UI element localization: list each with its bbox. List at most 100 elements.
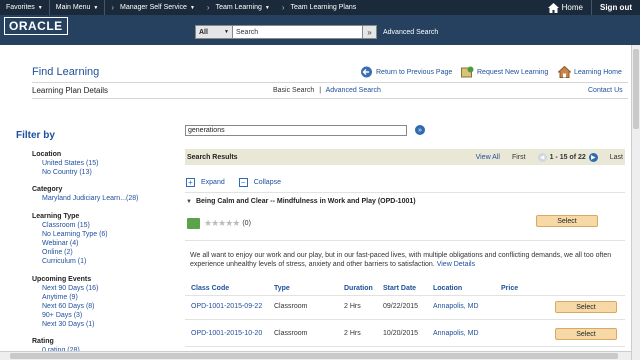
facet-title: Category [32, 186, 63, 193]
facet-category: Category Maryland Judiciary Learn...(28) [32, 186, 139, 203]
divider [32, 98, 628, 99]
menu-team-learning-label: Team Learning [215, 4, 262, 11]
facet-title: Location [32, 151, 62, 158]
search-results-bar: Search Results View All First ◀ 1 - 15 o… [185, 149, 625, 165]
star-rating-icon: ★★★★★ [204, 218, 240, 228]
facet-location: Location United States (15) No Country (… [32, 151, 98, 177]
course-title: Being Calm and Clear -- Mindfulness in W… [195, 198, 416, 205]
advanced-search-toggle-link[interactable]: Advanced Search [326, 87, 381, 94]
contact-us-link[interactable]: Contact Us [588, 87, 623, 94]
next-page-icon[interactable]: ▶ [588, 152, 598, 162]
double-chevron-right-icon: » [418, 126, 422, 134]
select-class-button[interactable]: Select [555, 301, 617, 313]
breadcrumb-separator-icon: › [206, 3, 210, 12]
facet-item[interactable]: United States (15) [42, 159, 98, 168]
facet-item[interactable]: Online (2) [42, 248, 108, 257]
column-header-location: Location [433, 285, 463, 292]
facet-item[interactable]: Next 60 Days (8) [42, 302, 98, 311]
class-type: Classroom [274, 303, 308, 310]
keyword-search-input[interactable]: generations [185, 125, 407, 136]
advanced-search-link[interactable]: Advanced Search [383, 29, 438, 36]
facet-item[interactable]: 90+ Days (3) [42, 311, 98, 320]
facet-item[interactable]: Webinar (4) [42, 239, 108, 248]
column-header-price: Price [501, 285, 519, 292]
home-link[interactable]: Home [540, 2, 591, 13]
menu-manager-self-service[interactable]: Manager Self Service ▼ [120, 0, 201, 15]
global-search-input[interactable]: Search [233, 25, 363, 39]
facet-item[interactable]: No Learning Type (6) [42, 230, 108, 239]
oracle-logo: ORACLE [4, 17, 68, 35]
column-header-start-date: Start Date [383, 285, 417, 292]
learning-home-link[interactable]: Learning Home [558, 66, 622, 78]
facet-item[interactable]: Classroom (15) [42, 221, 108, 230]
double-chevron-right-icon: » [367, 27, 372, 37]
class-code-link[interactable]: OPD-1001-2015-09-22 [191, 303, 262, 310]
facet-item[interactable]: No Country (13) [42, 168, 98, 177]
filter-by-heading: Filter by [16, 130, 55, 141]
collapse-icon[interactable]: − [238, 178, 248, 187]
search-go-button[interactable]: » [415, 125, 425, 135]
class-location-link[interactable]: Annapolis, MD [433, 330, 479, 337]
facet-item[interactable]: Next 90 Days (16) [42, 284, 98, 293]
select-course-button[interactable]: Select [536, 215, 598, 227]
divider [185, 319, 625, 320]
search-scope-select[interactable]: All ▼ [195, 25, 233, 39]
class-duration: 2 Hrs [344, 330, 361, 337]
last-link[interactable]: Last [610, 154, 623, 161]
search-scope-value: All [199, 28, 208, 36]
global-search-button[interactable]: » [363, 25, 377, 39]
sign-out-link[interactable]: Sign out [591, 0, 640, 15]
course-title-row[interactable]: ▼ Being Calm and Clear -- Mindfulness in… [186, 198, 416, 205]
class-location-link[interactable]: Annapolis, MD [433, 303, 479, 310]
facet-learning-type: Learning Type Classroom (15) No Learning… [32, 213, 108, 266]
chevron-down-icon: ▼ [264, 4, 270, 11]
class-start-date: 10/20/2015 [383, 330, 419, 337]
class-code-link[interactable]: OPD-1001-2015-10-20 [191, 330, 262, 337]
first-link[interactable]: First [512, 154, 526, 161]
column-header-type: Type [274, 285, 290, 292]
column-header-duration: Duration [344, 285, 373, 292]
vertical-scrollbar-thumb[interactable] [633, 49, 639, 129]
select-class-button[interactable]: Select [555, 328, 617, 340]
breadcrumb-separator-icon: › [111, 3, 115, 12]
request-new-learning-link[interactable]: Request New Learning [461, 66, 548, 78]
expand-icon[interactable]: + [186, 178, 195, 187]
home-icon [547, 2, 559, 13]
global-search: All ▼ Search » Advanced Search [195, 25, 438, 39]
facet-title: Learning Type [32, 213, 80, 220]
menu-favorites-label: Favorites [6, 4, 35, 11]
expand-link[interactable]: Expand [201, 179, 225, 186]
page-title: Find Learning [32, 66, 100, 78]
return-to-previous-label: Return to Previous Page [376, 68, 453, 76]
menu-main-menu[interactable]: Main Menu ▼ [50, 0, 106, 15]
column-header-class-code: Class Code [191, 285, 230, 292]
results-range: 1 - 15 of 22 [549, 153, 586, 161]
menu-team-learning[interactable]: Team Learning ▼ [216, 0, 276, 15]
divider [32, 82, 628, 83]
request-new-learning-label: Request New Learning [477, 68, 549, 76]
collapse-link[interactable]: Collapse [254, 179, 281, 186]
view-all-link[interactable]: View All [476, 154, 500, 161]
menu-favorites[interactable]: Favorites ▼ [0, 0, 50, 15]
facet-item[interactable]: Curriculum (1) [42, 257, 108, 266]
basic-search-label: Basic Search [273, 87, 315, 94]
previous-page-icon[interactable]: ◀ [537, 152, 547, 162]
view-details-link[interactable]: View Details [437, 261, 475, 268]
divider [185, 295, 625, 296]
return-to-previous-link[interactable]: Return to Previous Page [360, 66, 452, 78]
return-arrow-icon [361, 66, 372, 78]
facet-item[interactable]: Maryland Judiciary Learn...(28) [42, 194, 139, 203]
page-subtitle: Learning Plan Details [32, 86, 109, 95]
facet-item[interactable]: Anytime (9) [42, 293, 98, 302]
facet-title: Upcoming Events [32, 276, 92, 283]
menu-team-learning-plans[interactable]: Team Learning Plans [291, 0, 363, 15]
vertical-scrollbar[interactable] [631, 45, 640, 360]
facet-title: Rating [32, 338, 54, 345]
horizontal-scrollbar[interactable] [0, 351, 631, 360]
facet-item[interactable]: Next 30 Days (1) [42, 320, 98, 329]
search-results-title: Search Results [187, 153, 238, 161]
home-label: Home [561, 3, 583, 12]
menu-manager-self-service-label: Manager Self Service [120, 4, 187, 11]
horizontal-scrollbar-thumb[interactable] [10, 353, 618, 359]
learning-home-icon [558, 66, 571, 78]
